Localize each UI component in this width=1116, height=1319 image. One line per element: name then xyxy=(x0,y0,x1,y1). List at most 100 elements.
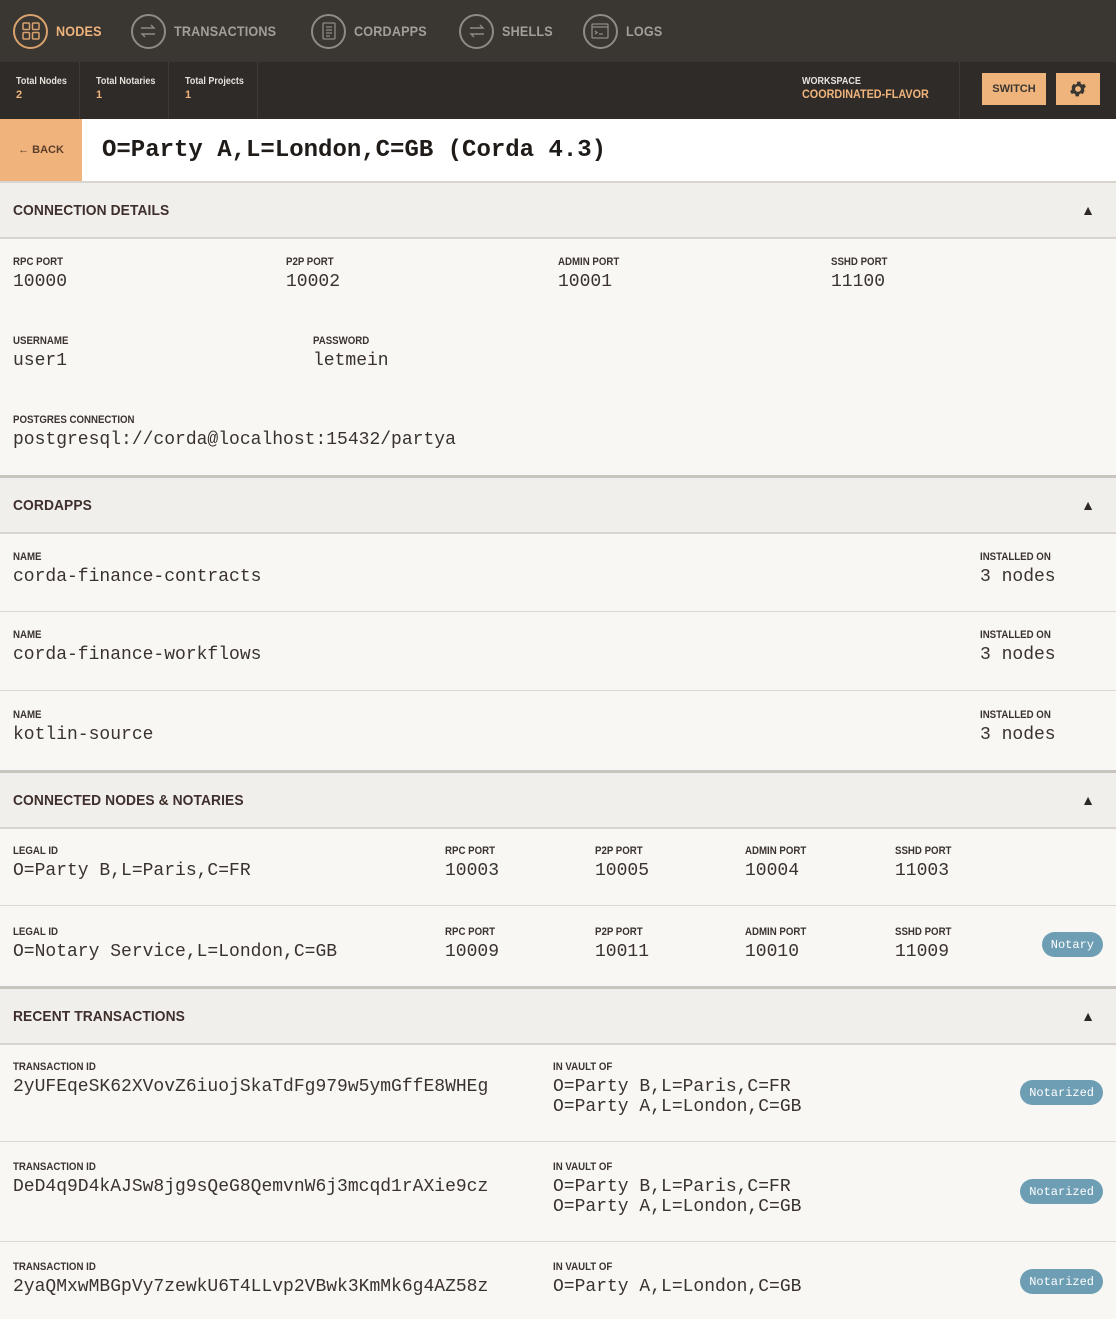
cordapp-installed: 3 nodes xyxy=(980,645,1056,665)
workspace-info: WORKSPACE COORDINATED-FLAVOR xyxy=(786,62,960,119)
p2p-port-field: P2P PORT 10002 xyxy=(286,256,340,292)
rpc-port: 10003 xyxy=(445,861,500,881)
cordapp-installed: 3 nodes xyxy=(980,725,1056,745)
field-label: SSHD PORT xyxy=(831,256,888,268)
stat-value: 1 xyxy=(96,89,103,101)
field-label: RPC PORT xyxy=(13,256,64,268)
grid-icon xyxy=(13,13,48,49)
notary-badge: Notary xyxy=(1041,932,1103,957)
back-button[interactable]: ← BACK xyxy=(0,119,82,181)
field-label: IN VAULT OF xyxy=(553,1061,613,1073)
field-label: INSTALLED ON xyxy=(980,551,1051,563)
field-value: letmein xyxy=(313,351,389,371)
cordapp-row[interactable]: NAME corda-finance-contracts INSTALLED O… xyxy=(0,534,1116,612)
status-badge: Notarized xyxy=(1020,1269,1103,1294)
nav-shells[interactable]: SHELLS xyxy=(459,13,558,49)
cordapp-row[interactable]: NAME kotlin-source INSTALLED ON 3 nodes xyxy=(0,691,1116,770)
field-label: USERNAME xyxy=(13,335,69,347)
swap-arrows-icon xyxy=(130,13,166,49)
field-label: POSTGRES CONNECTION xyxy=(13,414,135,426)
connection-details-body: RPC PORT 10000 P2P PORT 10002 ADMIN PORT… xyxy=(0,239,1116,475)
rpc-port-field: RPC PORT 10000 xyxy=(13,256,70,292)
transaction-row[interactable]: TRANSACTION ID DeD4q9D4kAJSw8jg9sQeG8Qem… xyxy=(0,1142,1116,1242)
stat-label: Total Projects xyxy=(185,76,244,87)
password-field: PASSWORD letmein xyxy=(313,335,389,371)
stat-label: Total Nodes xyxy=(16,76,67,87)
legal-id: O=Notary Service,L=London,C=GB xyxy=(13,942,338,962)
nav-cordapps[interactable]: CORDAPPS xyxy=(311,13,435,49)
cordapp-row[interactable]: NAME corda-finance-workflows INSTALLED O… xyxy=(0,612,1116,691)
field-label: TRANSACTION ID xyxy=(13,1261,96,1273)
workspace-label: WORKSPACE xyxy=(802,76,861,87)
stat-total-projects: Total Projects 1 xyxy=(169,62,258,119)
field-label: SSHD PORT xyxy=(895,845,952,857)
stat-label: Total Notaries xyxy=(96,76,156,87)
vault-party: O=Party B,L=Paris,C=FR xyxy=(553,1177,791,1197)
username-field: USERNAME user1 xyxy=(13,335,76,371)
title-bar: ← BACK O=Party A,L=London,C=GB (Corda 4.… xyxy=(0,119,1116,183)
section-header-connected-nodes[interactable]: CONNECTED NODES & NOTARIES ▲ xyxy=(0,773,1116,829)
collapse-triangle-icon[interactable]: ▲ xyxy=(1081,1008,1095,1024)
collapse-triangle-icon[interactable]: ▲ xyxy=(1081,497,1095,513)
field-label: NAME xyxy=(13,551,42,563)
field-label: ADMIN PORT xyxy=(558,256,620,268)
top-navigation: NODES TRANSACTIONS CORDAPPS SHELLS LOGS xyxy=(0,0,1116,62)
admin-port: 10004 xyxy=(745,861,800,881)
field-label: LEGAL ID xyxy=(13,926,59,938)
nav-shells-label: SHELLS xyxy=(502,23,554,39)
field-label: INSTALLED ON xyxy=(980,709,1051,721)
connected-node-row[interactable]: LEGAL ID O=Party B,L=Paris,C=FR RPC PORT… xyxy=(0,829,1116,906)
transaction-row[interactable]: TRANSACTION ID 2yaQMxwMBGpVy7zewkU6T4LLv… xyxy=(0,1242,1116,1319)
section-header-recent-transactions[interactable]: RECENT TRANSACTIONS ▲ xyxy=(0,989,1116,1045)
field-label: TRANSACTION ID xyxy=(13,1161,96,1173)
vault-party: O=Party A,L=London,C=GB xyxy=(553,1197,802,1217)
nav-logs[interactable]: LOGS xyxy=(582,13,666,49)
section-title: CORDAPPS xyxy=(13,496,92,514)
field-value: 10000 xyxy=(13,272,68,292)
field-label: RPC PORT xyxy=(445,926,496,938)
field-value: postgresql://corda@localhost:15432/party… xyxy=(13,430,456,450)
field-value: 10002 xyxy=(286,272,341,292)
stat-value: 1 xyxy=(185,89,192,101)
collapse-triangle-icon[interactable]: ▲ xyxy=(1081,792,1095,808)
field-label: P2P PORT xyxy=(595,926,643,938)
field-value: 10001 xyxy=(558,272,613,292)
field-label: ADMIN PORT xyxy=(745,926,807,938)
switch-button[interactable]: SWITCH xyxy=(982,73,1046,105)
section-title: RECENT TRANSACTIONS xyxy=(13,1007,185,1025)
nav-transactions-label: TRANSACTIONS xyxy=(173,23,277,39)
transaction-row[interactable]: TRANSACTION ID 2yUFEqeSK62XVovZ6iuojSkaT… xyxy=(0,1045,1116,1142)
field-label: RPC PORT xyxy=(445,845,496,857)
rpc-port: 10009 xyxy=(445,942,500,962)
page-title: O=Party A,L=London,C=GB (Corda 4.3) xyxy=(102,136,607,164)
stat-total-nodes: Total Nodes 2 xyxy=(0,62,80,119)
section-header-cordapps[interactable]: CORDAPPS ▲ xyxy=(0,478,1116,534)
cordapp-name: corda-finance-workflows xyxy=(13,645,262,665)
sshd-port: 11009 xyxy=(895,942,950,962)
admin-port: 10010 xyxy=(745,942,800,962)
nav-logs-label: LOGS xyxy=(625,23,663,39)
transaction-id: 2yUFEqeSK62XVovZ6iuojSkaTdFg979w5ymGffE8… xyxy=(13,1077,489,1097)
sshd-port: 11003 xyxy=(895,861,950,881)
section-title: CONNECTION DETAILS xyxy=(13,201,170,219)
collapse-triangle-icon[interactable]: ▲ xyxy=(1081,202,1095,218)
settings-button[interactable] xyxy=(1056,73,1100,105)
p2p-port: 10011 xyxy=(595,942,650,962)
vault-party: O=Party A,L=London,C=GB xyxy=(553,1277,802,1297)
field-value: 11100 xyxy=(831,272,886,292)
nav-transactions[interactable]: TRANSACTIONS xyxy=(130,13,288,49)
postgres-connection-field: POSTGRES CONNECTION postgresql://corda@l… xyxy=(13,414,456,450)
field-label: NAME xyxy=(13,709,42,721)
section-header-connection-details[interactable]: CONNECTION DETAILS ▲ xyxy=(0,183,1116,239)
vault-party: O=Party A,L=London,C=GB xyxy=(553,1097,802,1117)
sshd-port-field: SSHD PORT 11100 xyxy=(831,256,895,292)
field-value: user1 xyxy=(13,351,68,371)
transaction-id: 2yaQMxwMBGpVy7zewkU6T4LLvp2VBwk3KmMk6g4A… xyxy=(13,1277,489,1297)
admin-port-field: ADMIN PORT 10001 xyxy=(558,256,628,292)
vault-party: O=Party B,L=Paris,C=FR xyxy=(553,1077,791,1097)
field-label: NAME xyxy=(13,629,42,641)
stat-value: 2 xyxy=(16,89,23,101)
swap-arrows-icon xyxy=(459,13,495,49)
connected-node-row[interactable]: LEGAL ID O=Notary Service,L=London,C=GB … xyxy=(0,906,1116,986)
nav-nodes[interactable]: NODES xyxy=(13,13,107,49)
